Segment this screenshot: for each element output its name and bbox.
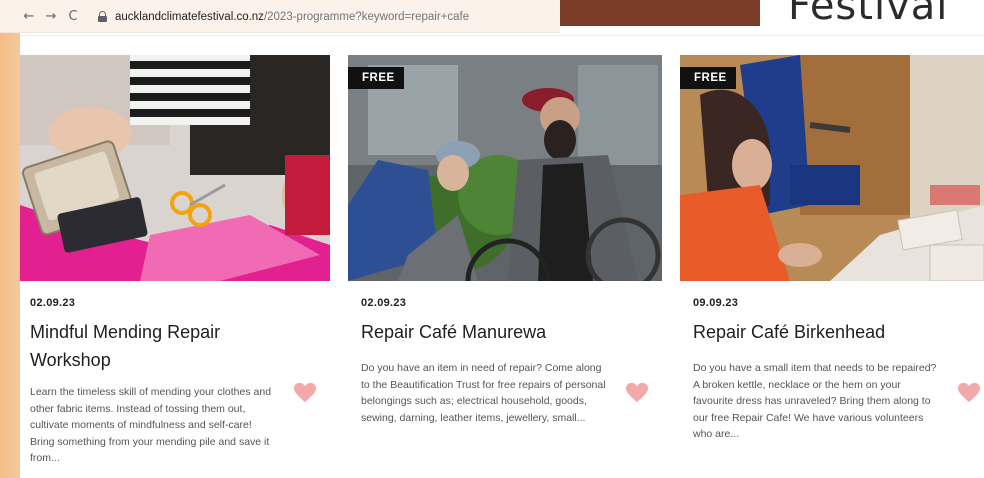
reload-icon[interactable]: C	[62, 9, 84, 24]
event-title[interactable]: Mindful Mending Repair Workshop	[30, 318, 275, 374]
event-image-repair-birkenhead[interactable]: FREE	[680, 55, 984, 281]
event-card[interactable]: 02.09.23 Mindful Mending Repair Workshop…	[20, 55, 330, 478]
event-title[interactable]: Repair Café Manurewa	[361, 318, 606, 346]
event-text-panel: 02.09.23 Repair Café Manurewa Do you hav…	[348, 281, 606, 478]
event-text-panel: 02.09.23 Mindful Mending Repair Workshop…	[20, 281, 275, 478]
left-accent-strip	[0, 0, 20, 478]
event-image-mending[interactable]	[20, 55, 330, 281]
event-text-panel: 09.09.23 Repair Café Birkenhead Do you h…	[680, 281, 940, 478]
event-description: Do you have a small item that needs to b…	[693, 362, 937, 440]
back-arrow-icon[interactable]: ←	[18, 9, 40, 24]
url-path: /2023-programme?keyword=repair+cafe	[263, 11, 470, 23]
forward-arrow-icon[interactable]: →	[40, 9, 62, 24]
header-divider	[20, 35, 984, 36]
lock-icon[interactable]	[98, 10, 107, 22]
url-domain: aucklandclimatefestival.co.nz	[115, 11, 264, 23]
event-date: 02.09.23	[361, 297, 407, 309]
event-date: 02.09.23	[30, 297, 76, 309]
header-brand-band	[560, 0, 760, 26]
event-card[interactable]: FREE 09.09.23 Repair Café Birkenhead Do …	[680, 55, 984, 478]
festival-logo-text[interactable]: Festival	[788, 0, 948, 26]
url-field[interactable]: aucklandclimatefestival.co.nz/2023-progr…	[115, 7, 469, 25]
event-title[interactable]: Repair Café Birkenhead	[693, 318, 940, 346]
heart-icon[interactable]	[958, 382, 980, 404]
event-image-repair-manurewa[interactable]: FREE	[348, 55, 662, 281]
free-badge: FREE	[680, 67, 736, 89]
heart-icon[interactable]	[626, 382, 648, 404]
event-date: 09.09.23	[693, 297, 739, 309]
browser-address-bar: ← → C aucklandclimatefestival.co.nz/2023…	[0, 0, 560, 33]
free-badge: FREE	[348, 67, 404, 89]
event-description: Do you have an item in need of repair? C…	[361, 362, 606, 424]
event-description: Learn the timeless skill of mending your…	[30, 386, 272, 464]
heart-icon[interactable]	[294, 382, 316, 404]
event-card[interactable]: FREE 02.09.23 Repair Café Manurewa Do yo…	[348, 55, 662, 478]
